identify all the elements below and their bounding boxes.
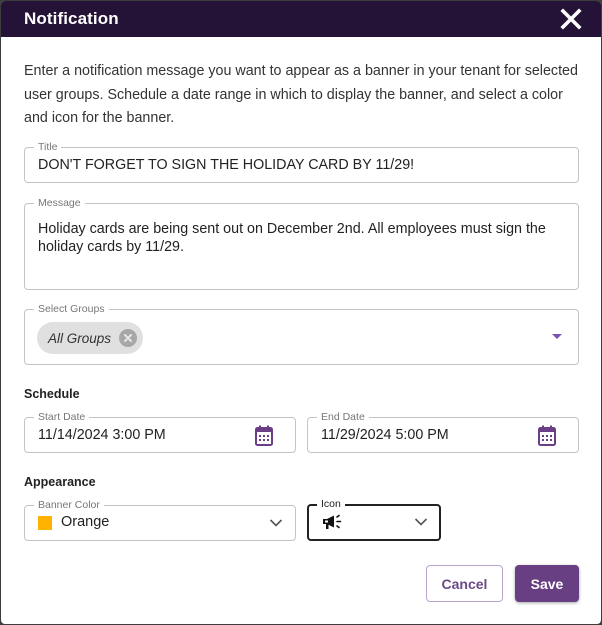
- start-date-label: Start Date: [34, 410, 90, 424]
- group-chip-label: All Groups: [48, 330, 112, 346]
- calendar-icon: [538, 425, 556, 446]
- notification-dialog: Notification Enter a notification messag…: [1, 1, 601, 624]
- select-groups-field[interactable]: Select Groups All Groups: [24, 302, 579, 365]
- schedule-heading: Schedule: [24, 387, 80, 401]
- remove-icon: [124, 334, 132, 342]
- title-value[interactable]: DON'T FORGET TO SIGN THE HOLIDAY CARD BY…: [38, 157, 414, 173]
- caret-down-icon[interactable]: [552, 334, 562, 339]
- save-button[interactable]: Save: [515, 565, 579, 602]
- start-date-value[interactable]: 11/14/2024 3:00 PM: [38, 427, 166, 443]
- close-button[interactable]: [560, 8, 582, 30]
- calendar-icon: [255, 425, 273, 446]
- end-date-picker-button[interactable]: [537, 425, 557, 446]
- title-label: Title: [34, 140, 62, 154]
- message-label: Message: [34, 196, 85, 210]
- banner-color-select[interactable]: Banner Color Orange: [24, 498, 296, 541]
- end-date-label: End Date: [317, 410, 369, 424]
- icon-select[interactable]: Icon: [307, 497, 441, 541]
- group-chip: All Groups: [37, 322, 143, 354]
- megaphone-icon: [322, 514, 344, 531]
- title-field[interactable]: Title DON'T FORGET TO SIGN THE HOLIDAY C…: [24, 140, 579, 183]
- select-groups-label: Select Groups: [34, 302, 109, 316]
- end-date-field[interactable]: End Date 11/29/2024 5:00 PM: [307, 410, 579, 453]
- appearance-heading: Appearance: [24, 475, 96, 489]
- banner-color-label: Banner Color: [34, 498, 104, 512]
- message-field[interactable]: Message Holiday cards are being sent out…: [24, 196, 579, 290]
- chevron-down-icon[interactable]: [269, 518, 283, 528]
- intro-text: Enter a notification message you want to…: [24, 63, 578, 126]
- end-date-value[interactable]: 11/29/2024 5:00 PM: [321, 427, 449, 443]
- dialog-title: Notification: [24, 9, 119, 28]
- cancel-button[interactable]: Cancel: [426, 565, 503, 602]
- color-swatch: [38, 516, 52, 530]
- icon-label: Icon: [317, 497, 345, 511]
- start-date-field[interactable]: Start Date 11/14/2024 3:00 PM: [24, 410, 296, 453]
- message-value[interactable]: Holiday cards are being sent out on Dece…: [38, 220, 566, 256]
- dialog-header: Notification: [1, 1, 601, 37]
- start-date-picker-button[interactable]: [254, 425, 274, 446]
- banner-color-value: Orange: [61, 514, 110, 530]
- chevron-down-icon[interactable]: [414, 517, 428, 527]
- close-icon: [560, 8, 582, 30]
- chip-remove-button[interactable]: [119, 329, 137, 347]
